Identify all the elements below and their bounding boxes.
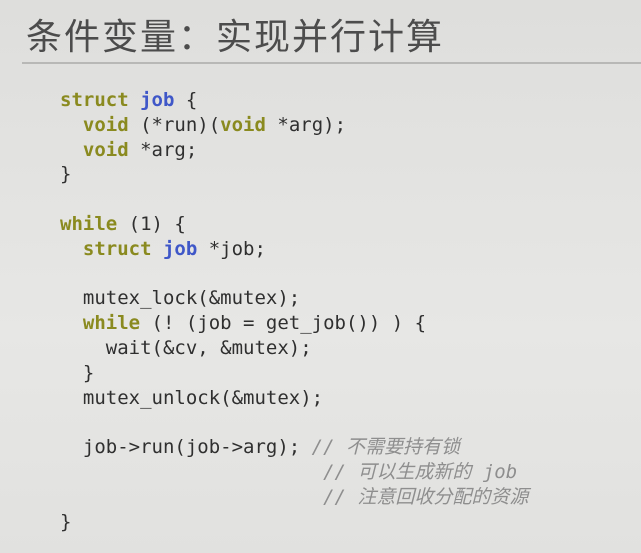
code-keyword: struct bbox=[82, 237, 163, 260]
slide-title: 条件变量：实现并行计算 bbox=[26, 17, 445, 58]
code-comment: // 不需要持有锁 bbox=[311, 436, 460, 459]
code-line: struct job *job; bbox=[60, 237, 528, 262]
code-keyword: void bbox=[82, 113, 129, 136]
code-text: } bbox=[60, 163, 72, 186]
code-line: // 可以生成新的 job bbox=[60, 460, 528, 485]
code-type: job bbox=[162, 237, 198, 260]
code-type: job bbox=[140, 89, 175, 111]
code-text: *arg); bbox=[265, 113, 347, 136]
code-line: while (! (job = get_job()) ) { bbox=[60, 311, 528, 336]
code-text: mutex_unlock(&mutex); bbox=[60, 386, 324, 409]
code-line: } bbox=[60, 361, 528, 386]
code-keyword: while bbox=[82, 312, 141, 335]
code-block: struct job { void (*run)(void *arg); voi… bbox=[60, 88, 528, 534]
code-keyword: void bbox=[82, 138, 129, 161]
code-line: } bbox=[60, 162, 528, 187]
code-line: } bbox=[60, 510, 528, 535]
code-text: mutex_lock(&mutex); bbox=[60, 287, 301, 310]
code-line: mutex_lock(&mutex); bbox=[60, 286, 528, 311]
code-line: // 注意回收分配的资源 bbox=[60, 485, 528, 510]
code-line: struct job { bbox=[60, 88, 528, 113]
slide: 条件变量：实现并行计算 struct job { void (*run)(voi… bbox=[0, 0, 641, 553]
code-line: void (*run)(void *arg); bbox=[60, 113, 528, 138]
code-comment: // 可以生成新的 job bbox=[323, 460, 518, 483]
code-text: (1) { bbox=[117, 212, 186, 235]
code-text: } bbox=[60, 361, 95, 384]
code-line: job->run(job->arg); // 不需要持有锁 bbox=[60, 435, 528, 460]
code-comment: // 注意回收分配的资源 bbox=[323, 485, 529, 508]
code-keyword: while bbox=[60, 212, 118, 235]
code-text: } bbox=[60, 510, 72, 533]
code-text: wait(&cv, &mutex); bbox=[60, 336, 312, 359]
code-line: while (1) { bbox=[60, 212, 528, 237]
code-line: mutex_unlock(&mutex); bbox=[60, 386, 528, 411]
code-text: (! (job = get_job()) ) { bbox=[140, 312, 427, 335]
code-text: *arg; bbox=[128, 138, 198, 161]
code-keyword: struct bbox=[60, 89, 141, 111]
code-text: { bbox=[174, 89, 198, 111]
title-divider bbox=[22, 62, 641, 64]
code-line: void *arg; bbox=[60, 138, 528, 163]
code-text: job->run(job->arg); bbox=[60, 436, 312, 459]
code-keyword: void bbox=[220, 113, 266, 136]
code-text: *job; bbox=[197, 237, 266, 260]
code-text: (*run)( bbox=[128, 113, 221, 136]
code-line: wait(&cv, &mutex); bbox=[60, 336, 528, 361]
